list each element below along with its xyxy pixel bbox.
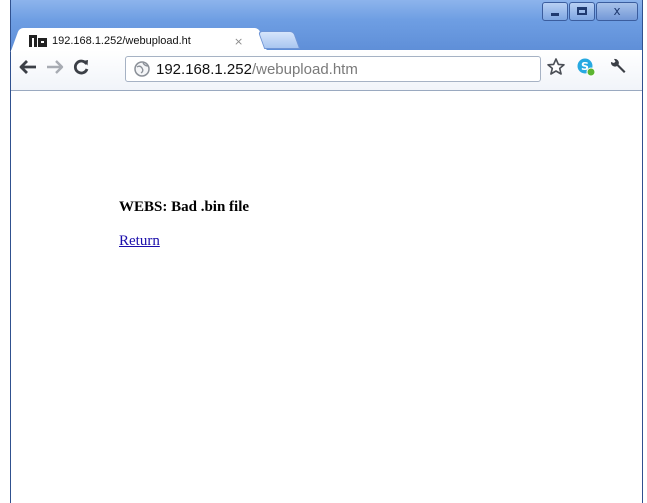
tab-active[interactable]: 192.168.1.252/webupload.ht ×: [23, 28, 255, 52]
close-icon: x: [613, 4, 621, 18]
star-icon: [546, 57, 566, 82]
browser-window: 192.168.1.252/webupload.ht × x 192.168.1…: [10, 0, 643, 503]
new-tab-button[interactable]: [257, 31, 301, 49]
reload-button[interactable]: [70, 58, 92, 80]
reload-icon: [72, 58, 90, 81]
tab-title: 192.168.1.252/webupload.ht: [52, 35, 191, 47]
wrench-icon: [608, 57, 628, 82]
minimize-button[interactable]: [542, 2, 568, 21]
close-window-button[interactable]: x: [596, 2, 638, 21]
maximize-button[interactable]: [569, 2, 595, 21]
minimize-icon: [551, 13, 559, 16]
maximize-icon: [577, 7, 587, 15]
back-button[interactable]: [17, 58, 39, 80]
network-device-icon: [29, 34, 47, 48]
forward-arrow-icon: [46, 59, 64, 80]
skype-extension-icon: S: [576, 57, 596, 82]
address-host: 192.168.1.252: [156, 60, 252, 78]
forward-button[interactable]: [44, 58, 66, 80]
window-controls: x: [541, 2, 638, 24]
skype-extension-button[interactable]: S: [575, 58, 597, 80]
address-bar[interactable]: 192.168.1.252/webupload.htm: [125, 56, 541, 82]
settings-button[interactable]: [607, 58, 629, 80]
bookmark-button[interactable]: [545, 57, 567, 82]
return-link[interactable]: Return: [119, 233, 160, 250]
address-path: /webupload.htm: [251, 60, 358, 78]
title-bar: 192.168.1.252/webupload.ht × x: [11, 0, 642, 52]
globe-icon: [133, 60, 151, 78]
tab-close-icon[interactable]: ×: [234, 35, 243, 48]
back-arrow-icon: [19, 59, 37, 80]
toolbar: 192.168.1.252/webupload.htm S: [11, 50, 642, 91]
page-content: WEBS: Bad .bin file Return: [11, 91, 642, 503]
error-message: WEBS: Bad .bin file: [119, 199, 250, 215]
